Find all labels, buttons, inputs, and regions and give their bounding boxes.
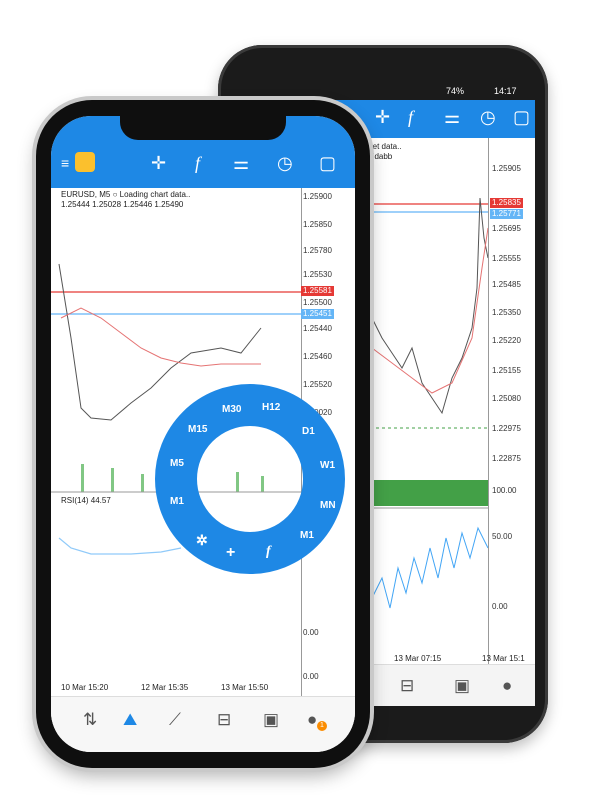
function-icon[interactable]: f xyxy=(195,154,200,172)
objects-icon[interactable]: ⚌ xyxy=(444,108,460,126)
price-label: 1.25485 xyxy=(492,280,521,289)
price-label: 1.25520 xyxy=(303,380,332,389)
status-bar: 74% 14:17 xyxy=(232,82,535,100)
price-label: 0.00 xyxy=(303,628,319,637)
news-icon[interactable]: ▣ xyxy=(454,677,470,694)
timeframe-ring xyxy=(155,384,345,574)
price-label: 1.25850 xyxy=(303,220,332,229)
chat-badge: 1 xyxy=(317,721,327,731)
history-icon[interactable]: ⊟ xyxy=(217,711,231,728)
tf-m1[interactable]: M1 xyxy=(170,496,184,507)
bottom-nav: ⇅ ⛰ ⟋ ⊟ ▣ ● 1 xyxy=(51,696,355,752)
notch xyxy=(120,116,286,140)
function-icon[interactable]: f xyxy=(408,108,413,126)
quotes-icon[interactable]: ⇅ xyxy=(83,711,97,728)
indicator-label: RSI(14) 44.57 xyxy=(61,496,111,505)
tf-m5[interactable]: M5 xyxy=(170,458,184,469)
ring-function-icon[interactable]: f xyxy=(266,544,271,560)
battery-level: 74% xyxy=(446,86,465,96)
time-label: 12 Mar 15:35 xyxy=(141,683,189,692)
price-label: 1.22875 xyxy=(492,454,521,463)
price-label: 1.25530 xyxy=(303,270,332,279)
price-label: 1.25695 xyxy=(492,224,521,233)
price-axis-line xyxy=(488,138,489,664)
time-label: 13 Mar 07:15 xyxy=(394,654,442,663)
candle-series xyxy=(371,197,488,415)
template-icon[interactable]: ▢ xyxy=(513,108,530,126)
inbox-icon[interactable]: ⊟ xyxy=(400,677,414,694)
bid-badge: 1.25581 xyxy=(301,286,334,296)
ask-badge: 1.25451 xyxy=(301,309,334,319)
ask-badge: 1.25771 xyxy=(490,209,523,219)
tf-w1[interactable]: W1 xyxy=(320,460,335,471)
price-label: 1.25220 xyxy=(492,336,521,345)
tf-m30[interactable]: M30 xyxy=(222,404,241,415)
clock-icon[interactable]: ◷ xyxy=(480,108,496,126)
trade-icon[interactable]: ⟋ xyxy=(169,711,181,728)
clock-icon[interactable]: ◷ xyxy=(277,154,293,172)
rsi-label: 50.00 xyxy=(492,532,513,541)
price-label: 1.25350 xyxy=(492,308,521,317)
tf-h12[interactable]: H12 xyxy=(262,402,280,413)
chat-icon[interactable]: ● xyxy=(502,677,512,694)
rsi-label: 0.00 xyxy=(492,602,508,611)
template-icon[interactable]: ▢ xyxy=(319,154,336,172)
time-label: 13 Mar 15:1 xyxy=(482,654,525,663)
bid-badge: 1.25835 xyxy=(490,198,523,208)
price-label: 1.25780 xyxy=(303,246,332,255)
menu-icon[interactable]: ≡ xyxy=(61,156,69,170)
ma-series xyxy=(60,307,261,367)
objects-icon[interactable]: ⚌ xyxy=(233,154,249,172)
time-label: 10 Mar 15:20 xyxy=(61,683,109,692)
chat-icon[interactable]: ● xyxy=(307,711,317,728)
app-logo xyxy=(75,152,95,172)
volume-bars xyxy=(372,480,488,506)
price-label: 1.25500 xyxy=(303,298,332,307)
price-label: 1.25555 xyxy=(492,254,521,263)
rsi-series xyxy=(58,537,182,555)
time-label: 13 Mar 15:50 xyxy=(221,683,269,692)
news-icon[interactable]: ▣ xyxy=(263,711,279,728)
rsi-label: 100.00 xyxy=(492,486,517,495)
ma-series xyxy=(371,227,488,394)
ring-objects-icon[interactable]: ✲ xyxy=(196,532,208,549)
tf-d1[interactable]: D1 xyxy=(302,426,315,437)
crosshair-icon[interactable]: ✛ xyxy=(375,108,390,126)
price-label: 1.25080 xyxy=(492,394,521,403)
price-label: 1.25155 xyxy=(492,366,521,375)
price-label: 1.25900 xyxy=(303,192,332,201)
ring-crosshair-icon[interactable]: + xyxy=(226,544,235,562)
price-label: 1.25460 xyxy=(303,352,332,361)
crosshair-icon[interactable]: ✛ xyxy=(151,154,166,172)
tf-mn[interactable]: MN xyxy=(320,500,336,511)
rsi-series xyxy=(371,526,488,609)
tf-m15[interactable]: M15 xyxy=(188,424,207,435)
chart-icon[interactable]: ⛰ xyxy=(123,711,137,728)
price-label: 1.25440 xyxy=(303,324,332,333)
price-label: 1.25905 xyxy=(492,164,521,173)
clock-time: 14:17 xyxy=(494,86,517,96)
price-label: 1.22975 xyxy=(492,424,521,433)
price-label: 0.00 xyxy=(303,672,319,681)
tf-m1-right[interactable]: M1 xyxy=(300,530,314,541)
